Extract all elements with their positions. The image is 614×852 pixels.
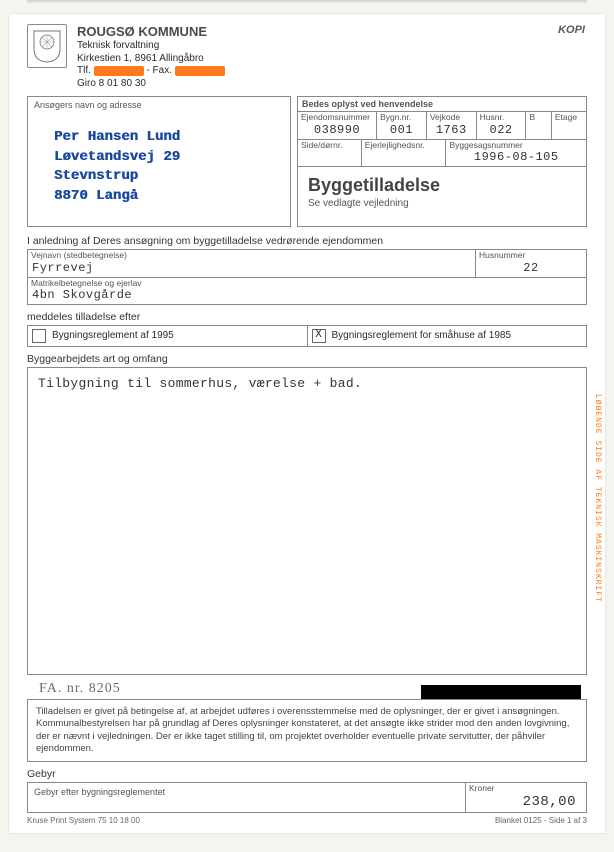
copy-stamp: KOPI [558, 24, 585, 36]
permit-title: Byggetilladelse [308, 175, 576, 196]
applicant-address: Per Hansen Lund Løvetandsvej 29 Stevnstr… [54, 128, 284, 206]
regulation-row: Bygningsreglement af 1995 X Bygningsregl… [27, 325, 587, 347]
applicant-line1: Per Hansen Lund [54, 128, 284, 148]
disclaimer-box: Tilladelsen er givet på betingelse af, a… [27, 699, 587, 762]
etage-label: Etage [552, 112, 586, 122]
grant-after-line: meddeles tilladelse efter [27, 311, 587, 323]
husnummer-value: 22 [476, 261, 586, 277]
b-value [526, 123, 550, 125]
gebyr-row: Gebyr efter bygningsreglementet Kroner 2… [27, 782, 587, 812]
husnr-value: 022 [477, 123, 526, 139]
sag-label: Byggesagsnummer [446, 140, 586, 150]
sag-value: 1996-08-105 [446, 150, 586, 166]
ejendom-label: Ejendomsnummer [298, 112, 376, 122]
footer-right: Blanket 0125 - Side 1 af 3 [495, 816, 587, 825]
ejer-label: Ejerlejlighedsnr. [362, 140, 446, 150]
side-label: Side/dørnr. [298, 140, 361, 150]
husnummer-label: Husnummer [476, 250, 586, 260]
redacted-bar [421, 685, 581, 699]
document-page: KOPI ROUGSØ KOMMUNE Teknisk forvaltning … [9, 14, 605, 833]
applicant-line4: 8870 Langå [54, 187, 284, 207]
inquiry-heading: Bedes oplyst ved henvendelse [297, 96, 587, 111]
tlf-label: Tlf. [77, 65, 91, 76]
redacted-fax [175, 66, 225, 76]
footer-row: Kruse Print System 75 10 18 00 Blanket 0… [27, 816, 587, 825]
gebyr-title: Gebyr [27, 768, 587, 780]
bygn-value: 001 [377, 123, 426, 139]
matrikel-label: Matrikelbetegnelse og ejerlav [28, 278, 586, 288]
case-info-col: Bedes oplyst ved henvendelse Ejendomsnum… [297, 96, 587, 227]
handwritten-note: FA. nr. 8205 [39, 681, 121, 697]
work-description-box: Tilbygning til sommerhus, værelse + bad. [27, 367, 587, 675]
applicant-line2: Løvetandsvej 29 [54, 148, 284, 168]
footer-left: Kruse Print System 75 10 18 00 [27, 816, 140, 825]
ejendom-value: 038990 [298, 123, 376, 139]
org-block: ROUGSØ KOMMUNE Teknisk forvaltning Kirke… [77, 24, 225, 90]
vejnavn-value: Fyrrevej [28, 261, 475, 277]
etage-value [552, 123, 586, 125]
applicant-line3: Stevnstrup [54, 167, 284, 187]
vejkode-label: Vejkode [427, 112, 476, 122]
b-label: B [526, 112, 550, 122]
checkbox-reg1985[interactable]: X [312, 329, 326, 343]
street-row: Vejnavn (stedbetegnelse) Fyrrevej Husnum… [27, 249, 587, 277]
ejer-value [362, 150, 446, 152]
bygn-label: Bygn.nr. [377, 112, 426, 122]
org-address: Kirkestien 1, 8961 Allingåbro [77, 53, 225, 66]
redacted-phone [94, 66, 144, 76]
reg1995-label: Bygningsreglement af 1995 [52, 330, 174, 341]
cadastral-row: Matrikelbetegnelse og ejerlav 4bn Skovgå… [27, 278, 587, 305]
work-description-text: Tilbygning til sommerhus, værelse + bad. [38, 376, 576, 391]
matrikel-value: 4bn Skovgårde [28, 288, 586, 304]
checkbox-reg1995[interactable] [32, 329, 46, 343]
vertical-margin-text: LØBENDE SIDE AF TEKNISK MASKINSKRIFT [593, 394, 602, 603]
applicant-box: Ansøgers navn og adresse Per Hansen Lund… [27, 96, 291, 227]
permit-title-box: Byggetilladelse Se vedlagte vejledning [297, 167, 587, 227]
applicant-label: Ansøgers navn og adresse [34, 100, 284, 110]
vejkode-value: 1763 [427, 123, 476, 139]
org-dept: Teknisk forvaltning [77, 40, 225, 53]
fax-label: - Fax. [146, 65, 172, 76]
gebyr-line-label: Gebyr efter bygningsreglementet [27, 782, 466, 812]
org-giro: Giro 8 01 80 30 [77, 78, 225, 91]
work-title: Byggearbejdets art og omfang [27, 353, 587, 365]
husnr-label: Husnr. [477, 112, 526, 122]
kroner-label: Kroner [466, 783, 586, 793]
kroner-value: 238,00 [466, 794, 586, 812]
vejnavn-label: Vejnavn (stedbetegnelse) [28, 250, 475, 260]
org-name: ROUGSØ KOMMUNE [77, 24, 225, 40]
org-contact-line: Tlf. - Fax. [77, 65, 225, 78]
municipal-crest-icon [27, 24, 67, 68]
permit-subtitle: Se vedlagte vejledning [308, 198, 576, 209]
reg1985-label: Bygningsreglement for småhuse af 1985 [332, 330, 512, 341]
case-number-row: Side/dørnr. Ejerlejlighedsnr. Byggesagsn… [297, 140, 587, 167]
property-intro: I anledning af Deres ansøgning om bygget… [27, 235, 587, 247]
property-id-row: Ejendomsnummer 038990 Bygn.nr. 001 Vejko… [297, 111, 587, 139]
side-value [298, 150, 361, 152]
letterhead: ROUGSØ KOMMUNE Teknisk forvaltning Kirke… [27, 24, 587, 90]
